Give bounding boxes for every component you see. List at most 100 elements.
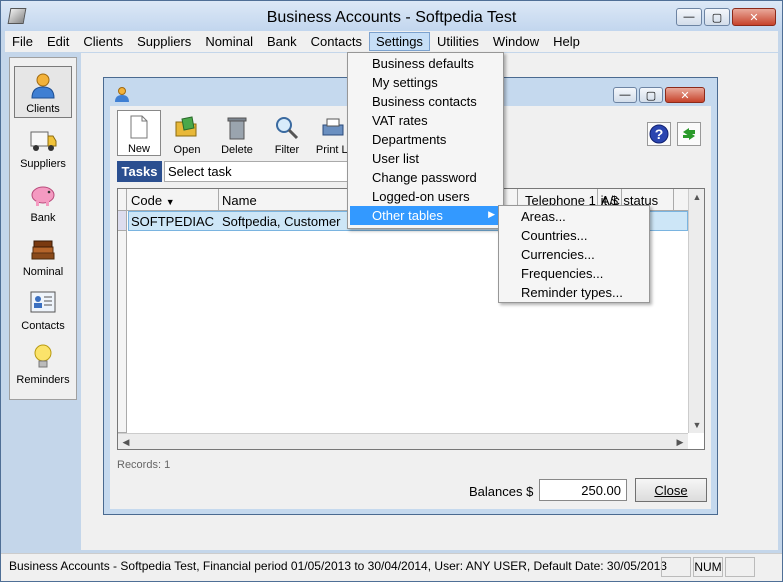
other-tables-submenu: Areas... Countries... Currencies... Freq… bbox=[498, 205, 650, 303]
person-icon bbox=[31, 73, 55, 99]
menu-item-countries[interactable]: Countries... bbox=[499, 226, 649, 245]
child-maximize-button[interactable]: ▢ bbox=[639, 87, 663, 103]
window-title: Business Accounts - Softpedia Test bbox=[266, 9, 517, 26]
menu-item-business-defaults[interactable]: Business defaults bbox=[348, 54, 503, 73]
menu-item-user-list[interactable]: User list bbox=[348, 149, 503, 168]
menu-bank[interactable]: Bank bbox=[260, 32, 304, 51]
menu-item-departments[interactable]: Departments bbox=[348, 130, 503, 149]
status-pane-empty bbox=[661, 557, 691, 577]
menu-suppliers[interactable]: Suppliers bbox=[130, 32, 198, 51]
status-bar: Business Accounts - Softpedia Test, Fina… bbox=[1, 553, 782, 581]
menu-utilities[interactable]: Utilities bbox=[430, 32, 486, 51]
num-lock-indicator: NUM bbox=[693, 557, 723, 577]
new-label: New bbox=[127, 143, 150, 155]
sidebar-item-nominal[interactable]: Nominal bbox=[14, 228, 72, 280]
menu-item-change-password[interactable]: Change password bbox=[348, 168, 503, 187]
sidebar-item-bank[interactable]: Bank bbox=[14, 174, 72, 226]
sidebar-item-suppliers[interactable]: Suppliers bbox=[14, 120, 72, 172]
person-icon bbox=[115, 87, 129, 102]
sidebar: Clients Suppliers Bank Nominal Contacts … bbox=[9, 57, 77, 400]
column-header-code[interactable]: Code ▼ bbox=[128, 189, 219, 211]
books-icon bbox=[31, 240, 55, 260]
sidebar-item-label: Bank bbox=[30, 212, 56, 224]
status-pane-empty-2 bbox=[725, 557, 755, 577]
trash-icon bbox=[227, 117, 247, 140]
new-document-icon bbox=[130, 115, 148, 139]
filter-label: Filter bbox=[274, 144, 300, 156]
menu-bar: File Edit Clients Suppliers Nominal Bank… bbox=[5, 31, 778, 52]
menu-item-other-tables[interactable]: Other tables ▶ bbox=[350, 206, 501, 225]
filter-button[interactable]: Filter bbox=[265, 110, 309, 156]
print-list-label: Print Li bbox=[315, 144, 351, 156]
menu-item-areas[interactable]: Areas... bbox=[499, 207, 649, 226]
scroll-up-icon[interactable]: ▲ bbox=[689, 189, 705, 205]
child-minimize-button[interactable]: — bbox=[613, 87, 637, 103]
menu-item-business-contacts[interactable]: Business contacts bbox=[348, 92, 503, 111]
open-folder-icon bbox=[175, 116, 197, 137]
contact-card-icon bbox=[30, 291, 56, 313]
delete-button[interactable]: Delete bbox=[215, 110, 259, 156]
title-bar: Business Accounts - Softpedia Test — ▢ ✕ bbox=[1, 1, 782, 31]
task-select[interactable]: Select task bbox=[164, 161, 354, 182]
menu-file[interactable]: File bbox=[5, 32, 40, 51]
child-close-button[interactable]: ✕ bbox=[665, 87, 705, 103]
truck-icon bbox=[30, 131, 57, 151]
lightbulb-icon bbox=[34, 344, 52, 368]
menu-item-frequencies[interactable]: Frequencies... bbox=[499, 264, 649, 283]
menu-item-currencies[interactable]: Currencies... bbox=[499, 245, 649, 264]
menu-contacts[interactable]: Contacts bbox=[304, 32, 369, 51]
horizontal-scrollbar[interactable]: ◀ ▶ bbox=[118, 433, 688, 449]
sidebar-item-clients[interactable]: Clients bbox=[14, 66, 72, 118]
balances-value: 250.00 bbox=[539, 479, 627, 501]
menu-item-vat-rates[interactable]: VAT rates bbox=[348, 111, 503, 130]
sidebar-item-label: Suppliers bbox=[20, 158, 66, 170]
menu-settings[interactable]: Settings bbox=[368, 32, 430, 51]
menu-item-logged-on-users[interactable]: Logged-on users bbox=[348, 187, 503, 206]
scroll-down-icon[interactable]: ▼ bbox=[689, 417, 705, 433]
balances-label: Balances $ bbox=[469, 484, 534, 499]
records-count: Records: 1 bbox=[117, 459, 171, 471]
header-corner bbox=[118, 189, 127, 211]
close-button[interactable]: Close bbox=[635, 478, 707, 502]
menu-item-reminder-types[interactable]: Reminder types... bbox=[499, 283, 649, 302]
magnifier-icon bbox=[276, 117, 299, 140]
menu-help[interactable]: Help bbox=[546, 32, 587, 51]
maximize-button[interactable]: ▢ bbox=[704, 8, 730, 26]
sort-desc-icon: ▼ bbox=[165, 197, 175, 207]
sidebar-item-label: Nominal bbox=[22, 266, 64, 278]
sidebar-item-reminders[interactable]: Reminders bbox=[14, 336, 72, 388]
minimize-button[interactable]: — bbox=[676, 8, 702, 26]
scroll-right-icon[interactable]: ▶ bbox=[672, 434, 688, 450]
menu-nominal[interactable]: Nominal bbox=[198, 32, 260, 51]
refresh-button[interactable] bbox=[677, 122, 701, 146]
sidebar-item-label: Clients bbox=[26, 103, 60, 115]
settings-menu: Business defaults My settings Business c… bbox=[347, 52, 504, 229]
menu-item-my-settings[interactable]: My settings bbox=[348, 73, 503, 92]
new-button[interactable]: New bbox=[117, 110, 161, 156]
tasks-label: Tasks bbox=[117, 161, 162, 182]
printer-icon bbox=[322, 118, 344, 136]
sidebar-item-label: Contacts bbox=[21, 320, 65, 332]
help-icon: ? bbox=[649, 124, 669, 144]
submenu-arrow-icon: ▶ bbox=[488, 209, 495, 219]
row-indicator-empty bbox=[118, 231, 127, 433]
refresh-arrows-icon bbox=[683, 128, 695, 140]
main-window: Business Accounts - Softpedia Test — ▢ ✕… bbox=[0, 0, 783, 582]
sidebar-item-contacts[interactable]: Contacts bbox=[14, 282, 72, 334]
open-label: Open bbox=[173, 144, 201, 156]
other-tables-label: Other tables bbox=[372, 208, 443, 223]
close-window-button[interactable]: ✕ bbox=[732, 8, 776, 26]
menu-edit[interactable]: Edit bbox=[40, 32, 76, 51]
cell-code: SOFTPEDIAC bbox=[131, 214, 215, 229]
help-button[interactable]: ? bbox=[647, 122, 671, 146]
sidebar-item-label: Reminders bbox=[16, 374, 70, 386]
scroll-left-icon[interactable]: ◀ bbox=[118, 434, 134, 450]
row-indicator[interactable] bbox=[118, 211, 127, 231]
svg-text:?: ? bbox=[655, 126, 664, 142]
code-header-label: Code bbox=[131, 193, 163, 208]
menu-window[interactable]: Window bbox=[486, 32, 546, 51]
menu-clients[interactable]: Clients bbox=[76, 32, 130, 51]
piggy-bank-icon bbox=[31, 186, 55, 206]
vertical-scrollbar[interactable]: ▲ ▼ bbox=[688, 189, 704, 433]
open-button[interactable]: Open bbox=[165, 110, 209, 156]
